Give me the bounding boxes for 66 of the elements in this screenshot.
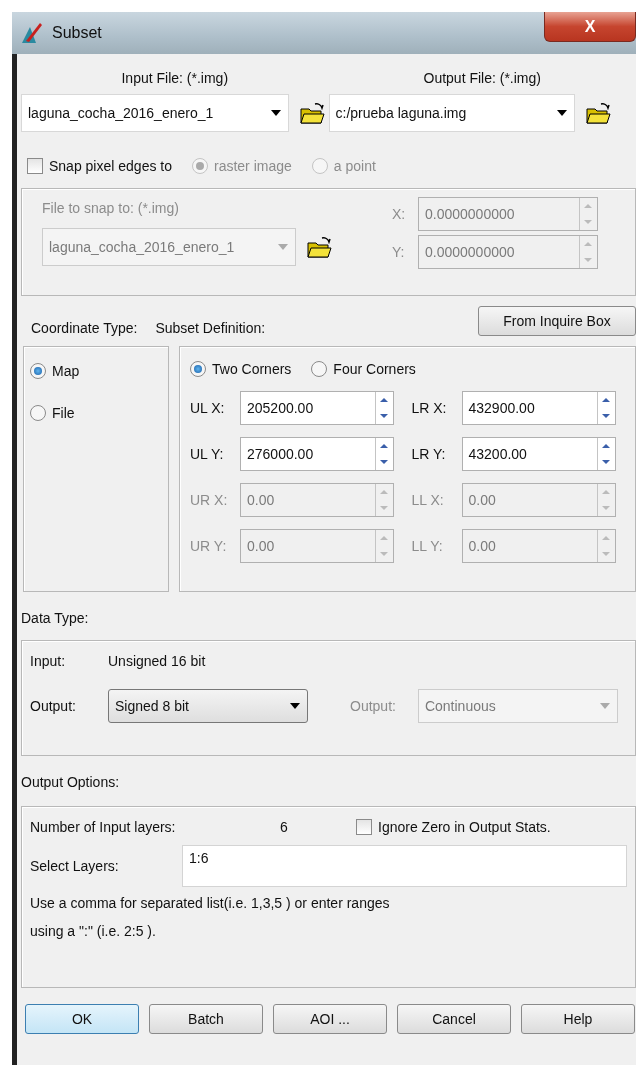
field-label: Number of Input layers: <box>30 819 177 835</box>
select-layers-field[interactable]: 1:6 <box>182 845 627 887</box>
radio-button[interactable] <box>190 361 206 377</box>
checkbox-label: Ignore Zero in Output Stats. <box>378 819 551 835</box>
radio-label: File <box>52 405 75 421</box>
radio-label: a point <box>333 158 376 174</box>
radio-label: Four Corners <box>333 361 416 377</box>
dropdown-caret-icon <box>270 109 282 117</box>
radio-label: raster image <box>214 158 292 174</box>
dialog-button[interactable]: OK <box>25 1004 139 1034</box>
dialog-button[interactable]: AOI ... <box>273 1004 387 1034</box>
section-label: Subset Definition: <box>155 320 266 336</box>
dialog-button[interactable]: Batch <box>149 1004 263 1034</box>
dropdown-caret-icon <box>277 243 289 251</box>
dropdown-caret-icon <box>555 109 568 117</box>
field-label: Input: <box>30 653 67 669</box>
field-label: UR X: <box>190 492 229 508</box>
radio-button[interactable] <box>30 363 46 379</box>
folder-open-icon[interactable] <box>299 101 325 125</box>
field-label: Output File: (*.img) <box>423 70 541 86</box>
field-label: UL Y: <box>190 446 225 462</box>
section-label: Output Options: <box>21 773 121 792</box>
spin-field[interactable]: 205200.00 <box>240 391 394 425</box>
radio-label: Two Corners <box>212 361 292 377</box>
dialog-button[interactable]: Cancel <box>397 1004 511 1034</box>
spin-field[interactable]: 43200.00 <box>461 437 616 471</box>
close-button[interactable]: X <box>544 12 636 42</box>
field-label: LL Y: <box>411 538 444 554</box>
layer-count-text: 6 <box>280 819 289 835</box>
field-label: File to snap to: (*.img) <box>42 200 180 216</box>
from-inquire-box-button[interactable]: From Inquire Box <box>478 306 636 336</box>
checkbox-label: Snap pixel edges to <box>49 158 172 174</box>
dropdown-caret-icon <box>598 702 611 710</box>
output-type-dropdown[interactable]: Signed 8 bit <box>108 689 308 723</box>
dropdown-caret-icon <box>289 702 301 710</box>
field-label: Y: <box>392 244 406 260</box>
field-label: Select Layers: <box>30 858 120 874</box>
hint-text: Use a comma for separated list(i.e. 1,3,5 ) or enter ranges <box>30 895 391 911</box>
dialog-button[interactable]: Help <box>521 1004 635 1034</box>
field-label: Output: <box>30 698 77 714</box>
window-title: Subset <box>52 24 102 42</box>
radio-button[interactable] <box>30 405 46 421</box>
field-label: Input File: (*.img) <box>121 70 229 86</box>
app-logo-icon <box>20 21 44 45</box>
field-label: LR X: <box>411 400 448 416</box>
radio-button[interactable] <box>311 361 328 377</box>
ignore-zero-checkbox[interactable] <box>356 819 372 835</box>
field-label: UR Y: <box>190 538 228 554</box>
field-label: UL X: <box>190 400 226 416</box>
snap-checkbox[interactable] <box>27 158 43 174</box>
section-label: Data Type: <box>21 609 90 628</box>
folder-open-icon[interactable] <box>584 101 611 125</box>
radio-label: Map <box>52 363 80 379</box>
radio-button[interactable] <box>192 158 208 174</box>
hint-text: using a ":" (i.e. 2:5 ). <box>30 923 157 939</box>
input-data-type-text: Unsigned 16 bit <box>108 653 206 669</box>
field-label: Output: <box>350 698 396 714</box>
input-file-dropdown[interactable]: laguna_cocha_2016_enero_1 <box>21 94 289 132</box>
section-label: Coordinate Type: <box>31 320 138 336</box>
field-label: LL X: <box>411 492 445 508</box>
output-file-dropdown[interactable]: c:/prueba laguna.img <box>328 94 575 132</box>
field-label: X: <box>392 206 407 222</box>
spin-field[interactable]: 276000.00 <box>240 437 394 471</box>
radio-button[interactable] <box>311 158 328 174</box>
field-label: LR Y: <box>411 446 447 462</box>
spin-field[interactable]: 432900.00 <box>461 391 616 425</box>
